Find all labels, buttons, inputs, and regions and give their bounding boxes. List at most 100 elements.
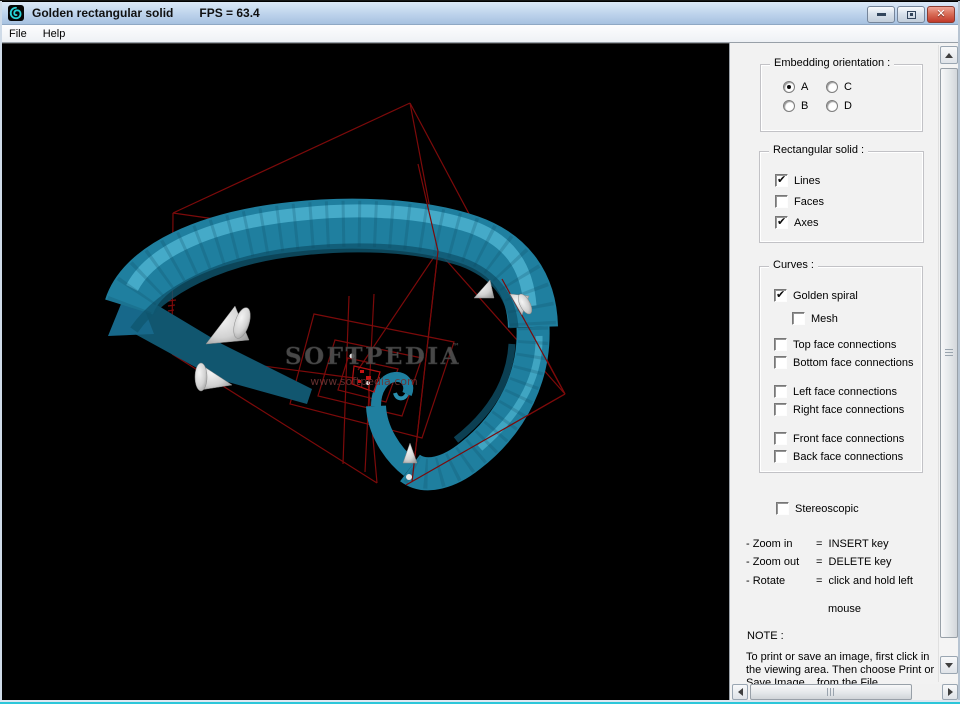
radio-row-a[interactable]: A [783,81,808,93]
watermark: SOFTPEDIA ™ www.softpedia.com [285,342,461,388]
group-curves: Curves : Golden spiral Mesh Top face con… [759,259,923,473]
checkbox-front-face[interactable] [774,432,787,445]
checkbox-golden-spiral[interactable] [774,289,787,302]
radio-orientation-a[interactable] [783,81,795,93]
checkbox-label: Bottom face connections [793,356,914,369]
checkbox-label: Golden spiral [793,289,858,302]
radio-orientation-b[interactable] [783,100,795,112]
checkbox-right-face[interactable] [774,403,787,416]
group-title: Embedding orientation : [770,57,895,69]
window-bottom-edge [0,700,960,704]
radio-orientation-d[interactable] [826,100,838,112]
checkbox-axes[interactable] [775,216,788,229]
window-title: Golden rectangular solid [32,6,174,20]
vertical-scrollbar[interactable] [938,45,958,682]
checkbox-label: Front face connections [793,432,905,445]
group-embedding-orientation: Embedding orientation : A C B D [760,57,923,132]
group-rectangular-solid: Rectangular solid : Lines Faces Axes [759,144,924,243]
radio-label-b: B [801,100,809,112]
watermark-tm: ™ [452,342,460,351]
checkbox-row-lines[interactable]: Lines [775,174,820,187]
checkbox-row-back-face[interactable]: Back face connections [774,450,903,463]
shortcut-key: = DELETE key [816,556,892,568]
shortcut-action: - Zoom out [746,556,800,568]
shortcut-zoom-out: - Zoom out = DELETE key [746,556,892,568]
checkbox-bottom-face[interactable] [774,356,787,369]
checkbox-label: Faces [794,195,824,208]
horizontal-scrollbar-thumb[interactable] [750,684,912,700]
checkbox-row-left-face[interactable]: Left face connections [774,385,897,398]
minimize-button[interactable] [867,6,895,23]
menu-help[interactable]: Help [35,26,74,42]
checkbox-row-axes[interactable]: Axes [775,216,818,229]
scroll-up-button[interactable] [940,46,958,64]
close-icon: ✕ [936,8,946,20]
watermark-brand: SOFTPEDIA [285,343,461,370]
app-icon [8,5,24,21]
checkbox-back-face[interactable] [774,450,787,463]
maximize-button[interactable] [897,6,925,23]
thumb-grip [945,349,953,357]
checkbox-label: Axes [794,216,819,229]
scroll-left-icon [737,688,743,696]
scroll-up-icon [945,52,953,58]
horizontal-scrollbar[interactable] [732,684,959,701]
checkbox-row-mesh[interactable]: Mesh [792,312,838,325]
checkbox-stereoscopic[interactable] [776,502,789,515]
shortcut-key: = INSERT key [816,538,889,550]
checkbox-row-stereoscopic[interactable]: Stereoscopic [776,502,859,515]
checkbox-label: Mesh [811,312,838,325]
minimize-icon [876,13,886,16]
shortcut-key: = click and hold left [816,575,913,587]
radio-label-d: D [844,100,852,112]
checkbox-row-top-face[interactable]: Top face connections [774,338,896,351]
checkbox-label: Back face connections [793,450,904,463]
note-line: To print or save an image, first click i… [746,651,930,663]
maximize-icon [906,10,916,19]
group-title: Curves : [769,259,818,271]
radio-label-a: A [801,81,809,93]
shortcut-continuation: mouse [828,603,862,615]
scene-canvas: SOFTPEDIA ™ www.softpedia.com [105,102,566,491]
note-title: NOTE : [747,630,784,642]
control-panel: Embedding orientation : A C B D Rectangu… [729,43,959,701]
radio-orientation-c[interactable] [826,81,838,93]
radio-row-c[interactable]: C [826,81,852,93]
watermark-url: www.softpedia.com [310,375,417,388]
shortcut-rotate: - Rotate = click and hold left [746,575,913,587]
vertical-scrollbar-thumb[interactable] [940,68,958,638]
note-line: the viewing area. Then choose Print or [746,664,935,676]
shortcut-action: - Zoom in [746,538,793,550]
scroll-down-button[interactable] [940,656,958,674]
checkbox-row-bottom-face[interactable]: Bottom face connections [774,356,913,369]
checkbox-label: Right face connections [793,403,905,416]
shortcut-action: - Rotate [746,575,786,587]
scroll-right-button[interactable] [942,684,958,700]
checkbox-row-faces[interactable]: Faces [775,195,824,208]
checkbox-mesh[interactable] [792,312,805,325]
checkbox-row-right-face[interactable]: Right face connections [774,403,904,416]
app-window: Golden rectangular solid FPS = 63.4 ✕ Fi… [0,0,960,704]
group-title: Rectangular solid : [769,144,869,156]
radio-label-c: C [844,81,852,93]
scroll-left-button[interactable] [732,684,748,700]
menu-file[interactable]: File [1,26,35,42]
checkbox-lines[interactable] [775,174,788,187]
menubar: File Help [1,25,959,43]
checkbox-faces[interactable] [775,195,788,208]
close-button[interactable]: ✕ [927,6,955,23]
scroll-down-icon [945,662,953,668]
checkbox-top-face[interactable] [774,338,787,351]
fps-readout: FPS = 63.4 [199,6,260,20]
checkbox-left-face[interactable] [774,385,787,398]
checkbox-label: Lines [794,174,821,187]
titlebar[interactable]: Golden rectangular solid FPS = 63.4 ✕ [1,2,959,25]
checkbox-row-front-face[interactable]: Front face connections [774,432,904,445]
radio-row-b[interactable]: B [783,100,808,112]
checkbox-label: Stereoscopic [795,502,859,515]
radio-row-d[interactable]: D [826,100,852,112]
viewing-area[interactable]: SOFTPEDIA ™ www.softpedia.com [2,43,729,701]
shortcut-zoom-in: - Zoom in = INSERT key [746,538,889,550]
thumb-grip [826,688,836,696]
checkbox-row-golden-spiral[interactable]: Golden spiral [774,289,858,302]
